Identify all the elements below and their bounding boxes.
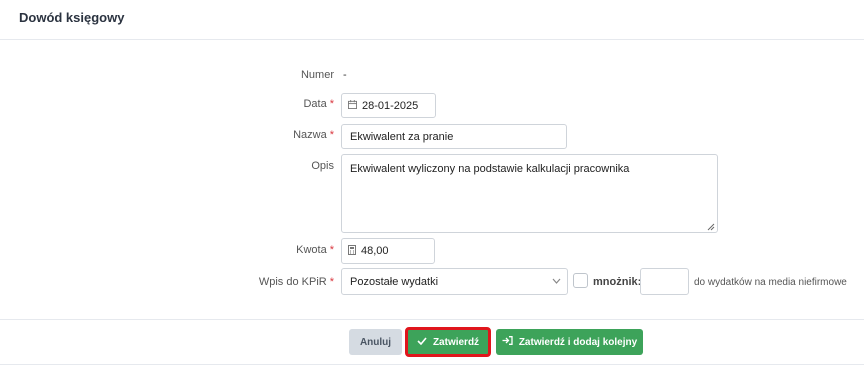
- cancel-button-label: Anuluj: [359, 336, 392, 348]
- nazwa-label: Nazwa *: [293, 129, 334, 141]
- cancel-button[interactable]: Anuluj: [349, 329, 402, 355]
- chevron-down-icon: [552, 276, 561, 286]
- page-header: Dowód księgowy: [0, 0, 864, 40]
- page-title: Dowód księgowy: [19, 10, 125, 25]
- required-mark: *: [329, 244, 334, 256]
- required-mark: *: [329, 276, 334, 288]
- nazwa-input[interactable]: Ekwiwalent za pranie: [341, 124, 567, 149]
- confirm-and-add-next-button[interactable]: Zatwierdź i dodaj kolejny: [496, 329, 643, 355]
- nazwa-value: Ekwiwalent za pranie: [350, 130, 454, 143]
- kpir-select[interactable]: Pozostałe wydatki: [341, 268, 568, 295]
- date-input[interactable]: 28-01-2025: [341, 93, 436, 118]
- multiplier-label: mnożnik:: [593, 276, 642, 288]
- data-label: Data *: [303, 98, 334, 110]
- confirm-button[interactable]: Zatwierdź: [405, 327, 491, 357]
- multiplier-input[interactable]: [640, 268, 689, 295]
- kpir-selected-value: Pozostałe wydatki: [350, 275, 439, 288]
- kwota-label: Kwota *: [296, 244, 334, 256]
- numer-value: -: [343, 69, 347, 81]
- opis-label: Opis: [311, 160, 334, 172]
- numer-label: Numer: [300, 69, 334, 81]
- footer-divider: [0, 319, 864, 320]
- check-icon: [417, 336, 427, 348]
- date-value: 28-01-2025: [362, 99, 419, 112]
- calculator-icon[interactable]: [348, 244, 356, 258]
- multiplier-note: do wydatków na media niefirmowe: [694, 277, 847, 288]
- multiplier-checkbox[interactable]: [573, 273, 588, 288]
- opis-value: Ekwiwalent wyliczony na podstawie kalkul…: [350, 163, 630, 175]
- kwota-value: 48,00: [361, 245, 389, 257]
- confirm-button-label: Zatwierdź: [432, 336, 480, 348]
- bottom-divider: [0, 364, 864, 365]
- calendar-icon[interactable]: [348, 99, 357, 112]
- opis-textarea[interactable]: Ekwiwalent wyliczony na podstawie kalkul…: [341, 154, 718, 233]
- confirm-and-add-next-label: Zatwierdź i dodaj kolejny: [518, 336, 638, 348]
- required-mark: *: [329, 129, 334, 141]
- required-mark: *: [329, 98, 334, 110]
- kwota-input[interactable]: 48,00: [341, 238, 435, 264]
- wpis-label: Wpis do KPiR *: [258, 276, 334, 288]
- sign-in-arrow-icon: [502, 336, 513, 348]
- resize-handle-icon[interactable]: [707, 222, 715, 231]
